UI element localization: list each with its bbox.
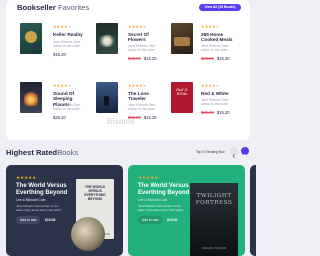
add-to-cart-button[interactable]: Add to cart xyxy=(16,216,41,224)
card-title[interactable]: The World Versus Everthing Beyond xyxy=(16,183,68,197)
highest-rated-card-1[interactable]: ★★★★★ The World Versus Everthing Beyond … xyxy=(6,165,123,256)
book-subtitle: Jane Roberts Sent author to the aster xyxy=(53,103,81,111)
globe-image xyxy=(71,217,105,251)
book-cover-3[interactable] xyxy=(171,23,193,54)
rating-stars: ★★★★★ xyxy=(53,24,72,29)
next-button[interactable] xyxy=(241,147,249,159)
rating-stars: ★★★★★ xyxy=(138,175,159,180)
watermark: Bisame xyxy=(107,117,135,126)
book-title[interactable]: Keller Reality xyxy=(53,32,87,37)
card-title[interactable]: The World Versus Everthing Beyond xyxy=(138,183,190,197)
chevron-right-icon xyxy=(243,153,247,159)
rating-stars: ★★★★★ xyxy=(128,83,147,88)
book-price: $25.00 $15.20 xyxy=(128,56,157,61)
book-subtitle: Jane Roberts Sent author to the aster xyxy=(128,103,156,111)
card-price: $19.00 xyxy=(45,218,56,222)
book-price: $25.00 $15.20 xyxy=(201,110,230,115)
book-cover-4[interactable] xyxy=(20,82,42,113)
view-all-button[interactable]: View All (38 Books) xyxy=(199,4,241,11)
card-description: Jane Roberts Sent author to the aster ma… xyxy=(16,204,61,212)
book-cover-5[interactable] xyxy=(96,82,118,113)
book-price: $25.20 xyxy=(53,115,66,120)
book-subtitle: Jane Roberts Sent author to the aster xyxy=(201,98,229,106)
bookseller-section-title: Bookseller Favorites xyxy=(17,3,90,12)
book-cover-1[interactable] xyxy=(20,23,42,54)
rating-stars: ★★★★★ xyxy=(128,24,147,29)
book-subtitle: Jane Roberts Sent author to the aster xyxy=(53,40,81,48)
rating-stars: ★★★★★ xyxy=(16,175,37,180)
book-title[interactable]: Red & White xyxy=(201,91,237,96)
book-subtitle: Jane Roberts Sent author to the aster xyxy=(201,44,229,52)
chevron-left-icon xyxy=(232,153,236,159)
prev-button[interactable] xyxy=(230,147,238,159)
trending-label: Top 5 Trending Nov xyxy=(196,150,225,154)
featured-cover[interactable]: TWILIGHT FORTRESS FREDERIC BERNARD xyxy=(190,183,238,256)
book-title[interactable]: 365 Home Cooked Meals xyxy=(201,32,237,43)
card-author: Lee & Michael Cole xyxy=(16,198,46,202)
book-cover-6[interactable]: Red & White xyxy=(171,82,193,113)
card-description: Jane Roberts Sent author to the aster ma… xyxy=(138,204,183,212)
highest-rated-card-3[interactable] xyxy=(250,165,256,256)
rating-stars: ★★★★★ xyxy=(201,24,220,29)
highest-rated-title: Highest RatedBooks xyxy=(6,148,79,157)
book-subtitle: Jane Roberts Sent author to the aster xyxy=(128,44,156,52)
highest-rated-card-2[interactable]: ★★★★★ The World Versus Everthing Beyond … xyxy=(128,165,245,256)
book-cover-2[interactable] xyxy=(96,23,118,54)
book-price: $25.00 $15.20 xyxy=(201,56,230,61)
rating-stars: ★★★★★ xyxy=(53,83,72,88)
book-title[interactable]: The Lone Traveler xyxy=(128,91,162,102)
book-title[interactable]: Secret Of Flowers xyxy=(128,32,162,43)
add-to-cart-button[interactable]: Add to cart xyxy=(138,216,163,224)
card-author: Lee & Michael Cole xyxy=(138,198,168,202)
card-price: $19.00 xyxy=(167,218,178,222)
book-price: $15.20 xyxy=(53,52,66,57)
rating-stars: ★★★★★ xyxy=(201,83,220,88)
